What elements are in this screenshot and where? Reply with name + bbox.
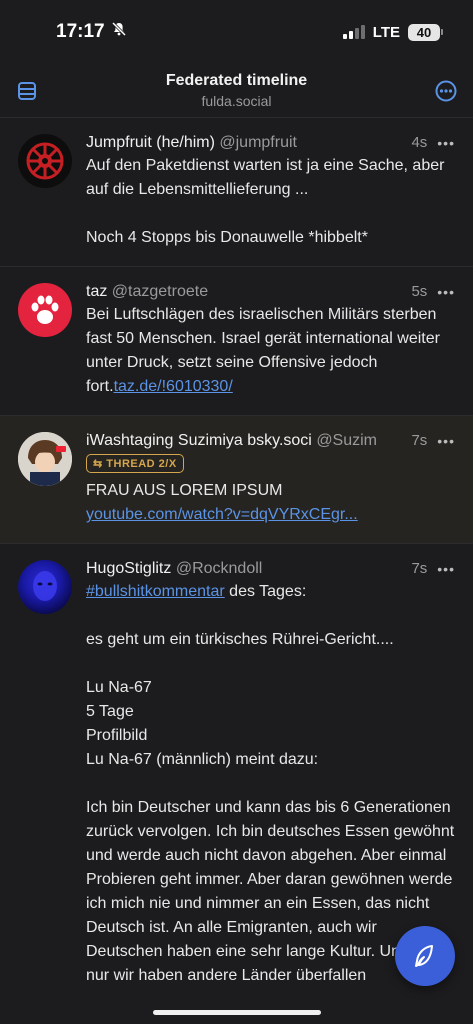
post-handle: @tazgetroete [111,283,209,300]
post-handle: @Rockndoll [175,560,263,577]
post-handle: @jumpfruit [219,134,297,151]
avatar[interactable] [18,432,72,486]
timeline-post[interactable]: Jumpfruit (he/him) @jumpfruit 4s ••• Auf … [0,118,473,267]
post-time: 4s [411,134,428,151]
post-text: #bullshitkommentar des Tages: es geht um… [86,583,455,984]
thread-badge[interactable]: ⇆ THREAD 2/X [86,454,184,473]
timeline-post[interactable]: iWashtaging Suzimiya bsky.soci @Suzim 7s… [0,416,473,544]
post-handle: @Suzim [316,432,378,449]
hashtag-link[interactable]: #bullshitkommentar [86,583,225,600]
list-icon [18,81,36,100]
post-author[interactable]: iWashtaging Suzimiya bsky.soci @Suzim [86,432,377,450]
home-indicator [153,1010,321,1015]
post-author[interactable]: taz @tazgetroete [86,283,208,301]
more-options-button[interactable] [435,80,457,102]
status-indicators: LTE 40 [342,23,443,41]
post-menu-icon[interactable]: ••• [437,433,455,449]
timeline-post[interactable]: taz @tazgetroete 5s ••• Bei Luftschlägen … [0,267,473,416]
feather-icon [415,945,433,967]
network-type: LTE [372,23,400,41]
blue-face-icon [33,571,57,601]
post-link[interactable]: taz.de/!6010330/ [114,378,233,395]
signal-icon [342,25,365,39]
post-menu-icon[interactable]: ••• [437,135,455,151]
post-author[interactable]: HugoStiglitz @Rockndoll [86,560,262,578]
timeline-list-button[interactable] [16,80,38,102]
battery-level: 40 [408,23,440,41]
status-bar: 17:17 LTE 40 [0,0,473,64]
instance-subtitle: fulda.social [201,93,272,109]
post-text: Auf den Paketdienst warten ist ja eine S… [86,157,445,246]
post-link[interactable]: youtube.com/watch?v=dqVYRxCEgr... [86,506,358,523]
avatar[interactable] [18,560,72,614]
post-text: Bei Luftschlägen des israelischen Militä… [86,306,440,395]
bell-muted-icon [111,21,127,43]
post-time: 7s [411,560,428,577]
thread-icon: ⇆ [93,458,103,470]
battery-icon: 40 [408,23,443,41]
avatar[interactable] [18,283,72,337]
status-time: 17:17 [56,21,105,42]
status-time-group: 17:17 [56,21,127,43]
avatar[interactable] [18,134,72,188]
empire-emblem-icon [26,142,64,180]
post-time: 5s [411,283,428,300]
compose-button[interactable] [395,926,455,986]
nav-bar: Federated timeline fulda.social [0,64,473,118]
anime-character-icon [18,432,72,486]
more-circle-icon [435,80,457,101]
nav-title: Federated timeline fulda.social [166,72,307,109]
paw-icon [31,295,59,324]
post-author[interactable]: Jumpfruit (he/him) @jumpfruit [86,134,297,152]
page-title: Federated timeline [165,72,308,89]
post-text: FRAU AUS LOREM IPSUM youtube.com/watch?v… [86,482,358,523]
post-menu-icon[interactable]: ••• [437,561,455,577]
post-time: 7s [411,432,428,449]
post-menu-icon[interactable]: ••• [437,284,455,300]
